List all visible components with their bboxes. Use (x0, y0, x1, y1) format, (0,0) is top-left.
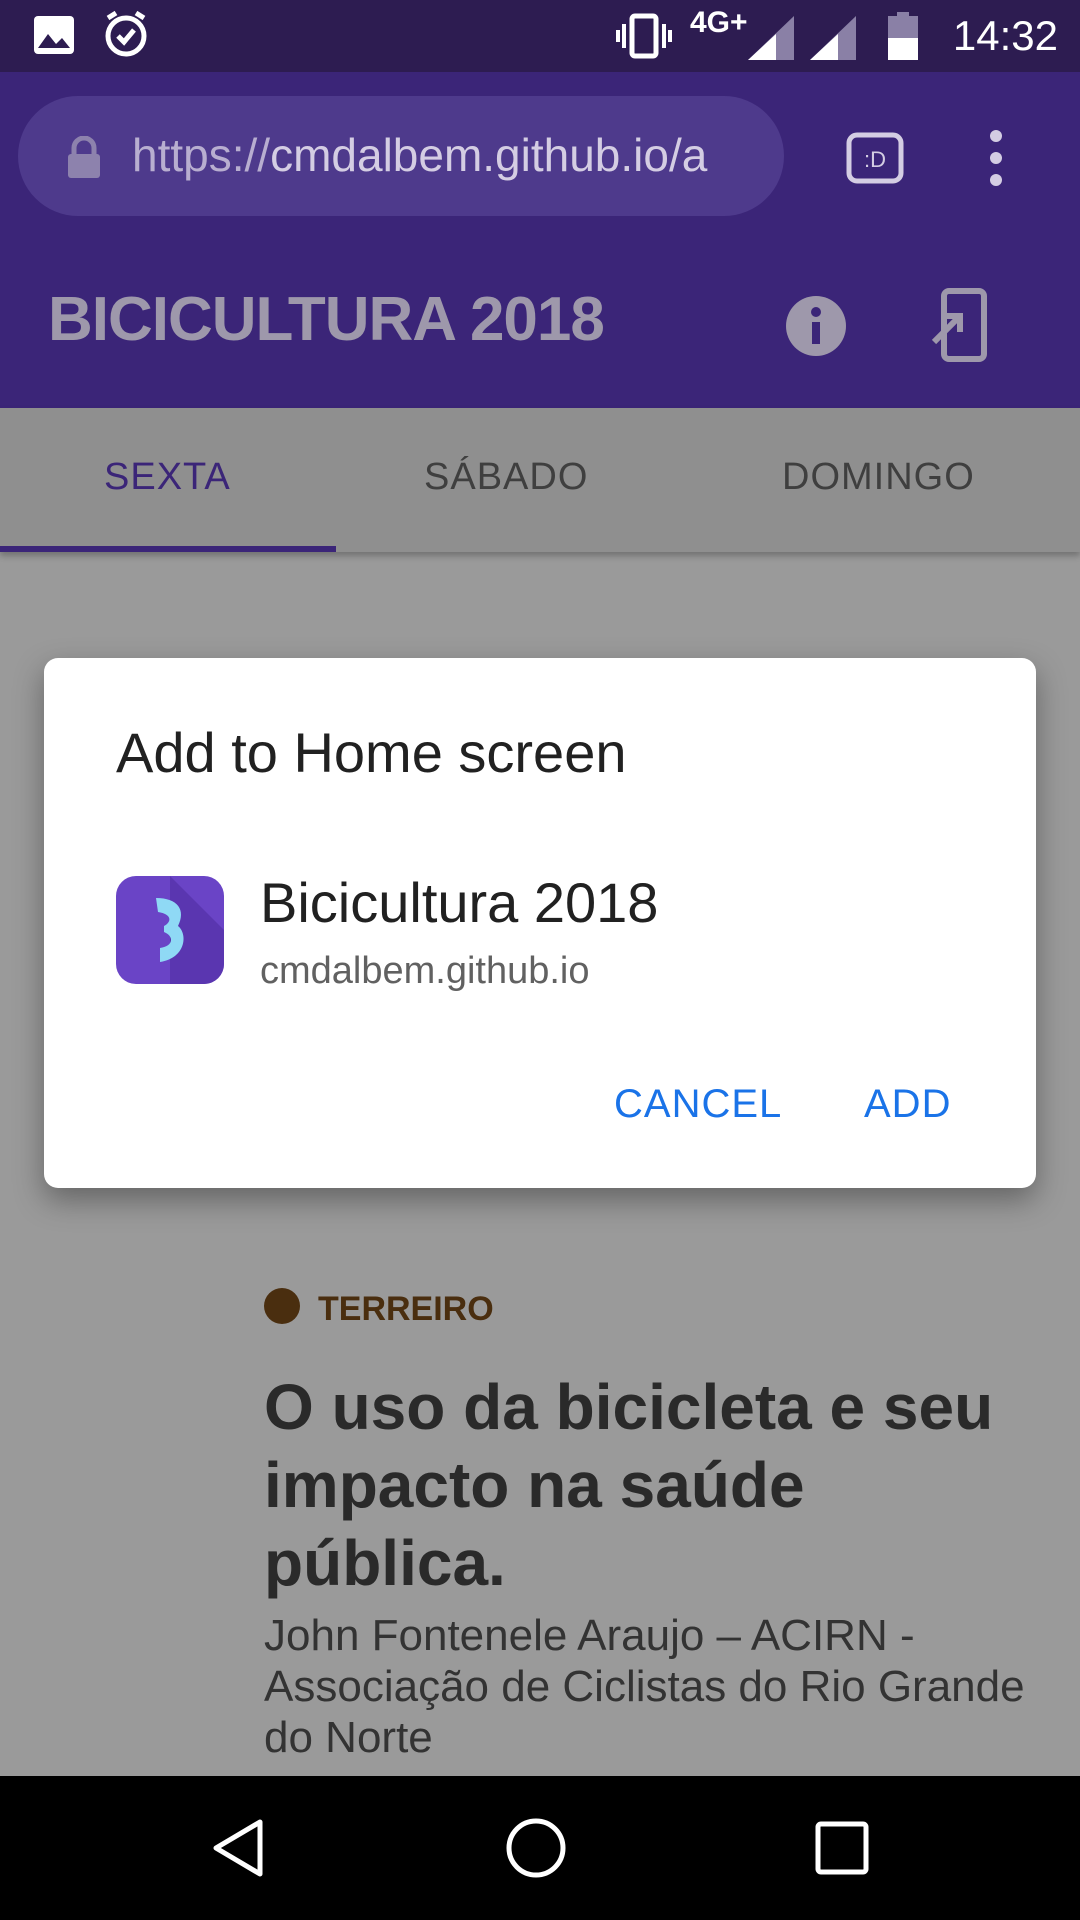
tab-sexta[interactable]: SEXTA (104, 456, 231, 499)
signal-icon (748, 16, 794, 60)
alarm-icon (105, 10, 147, 57)
overflow-menu-icon[interactable] (986, 128, 1006, 188)
app-name: Bicicultura 2018 (260, 871, 659, 934)
url-host: cmdalbem.github.io/a (270, 129, 708, 181)
app-icon (116, 876, 224, 984)
app-header: BICICULTURA 2018 (0, 242, 1080, 408)
info-icon[interactable] (784, 294, 848, 358)
recents-icon[interactable] (814, 1820, 870, 1876)
svg-text::D: :D (864, 147, 886, 172)
bicicultura-logo-icon (156, 876, 224, 984)
add-button[interactable]: ADD (864, 1082, 951, 1127)
active-tab-indicator (0, 546, 336, 552)
url-text: https://cmdalbem.github.io/a (132, 128, 707, 182)
app-url: cmdalbem.github.io (260, 950, 590, 992)
talk-title[interactable]: O uso da bicicleta e seu impacto na saúd… (264, 1368, 1044, 1602)
cancel-button[interactable]: CANCEL (614, 1082, 782, 1127)
tab-switcher-icon[interactable]: :D (846, 132, 904, 184)
app-title: BICICULTURA 2018 (48, 285, 605, 354)
talk-speaker: John Fontenele Araujo – ACIRN - Associaç… (264, 1611, 1025, 1762)
lock-icon (68, 136, 100, 178)
network-type: 4G+ (690, 6, 748, 39)
browser-toolbar: https://cmdalbem.github.io/a :D (0, 72, 1080, 242)
vibrate-icon (616, 13, 672, 59)
category-dot (264, 1288, 300, 1324)
clock: 14:32 (952, 12, 1058, 59)
status-bar: 4G+ 14:32 (0, 0, 1080, 72)
signal-icon-2 (810, 16, 856, 60)
image-icon (34, 16, 74, 54)
category-label: TERREIRO (318, 1290, 494, 1328)
dialog-title: Add to Home screen (116, 721, 627, 784)
url-scheme: https:// (132, 129, 271, 181)
add-to-home-dialog: Add to Home screen Bicicultura 2018 cmda… (44, 658, 1036, 1188)
day-tabs: SEXTA SÁBADO DOMINGO (0, 408, 1080, 552)
tab-sabado[interactable]: SÁBADO (424, 456, 588, 499)
back-icon[interactable] (210, 1818, 266, 1878)
battery-icon (888, 12, 918, 60)
tab-domingo[interactable]: DOMINGO (782, 456, 975, 499)
install-icon[interactable] (930, 288, 990, 362)
url-field[interactable]: https://cmdalbem.github.io/a (18, 96, 784, 216)
home-icon[interactable] (504, 1816, 568, 1880)
system-nav-bar (0, 1776, 1080, 1920)
